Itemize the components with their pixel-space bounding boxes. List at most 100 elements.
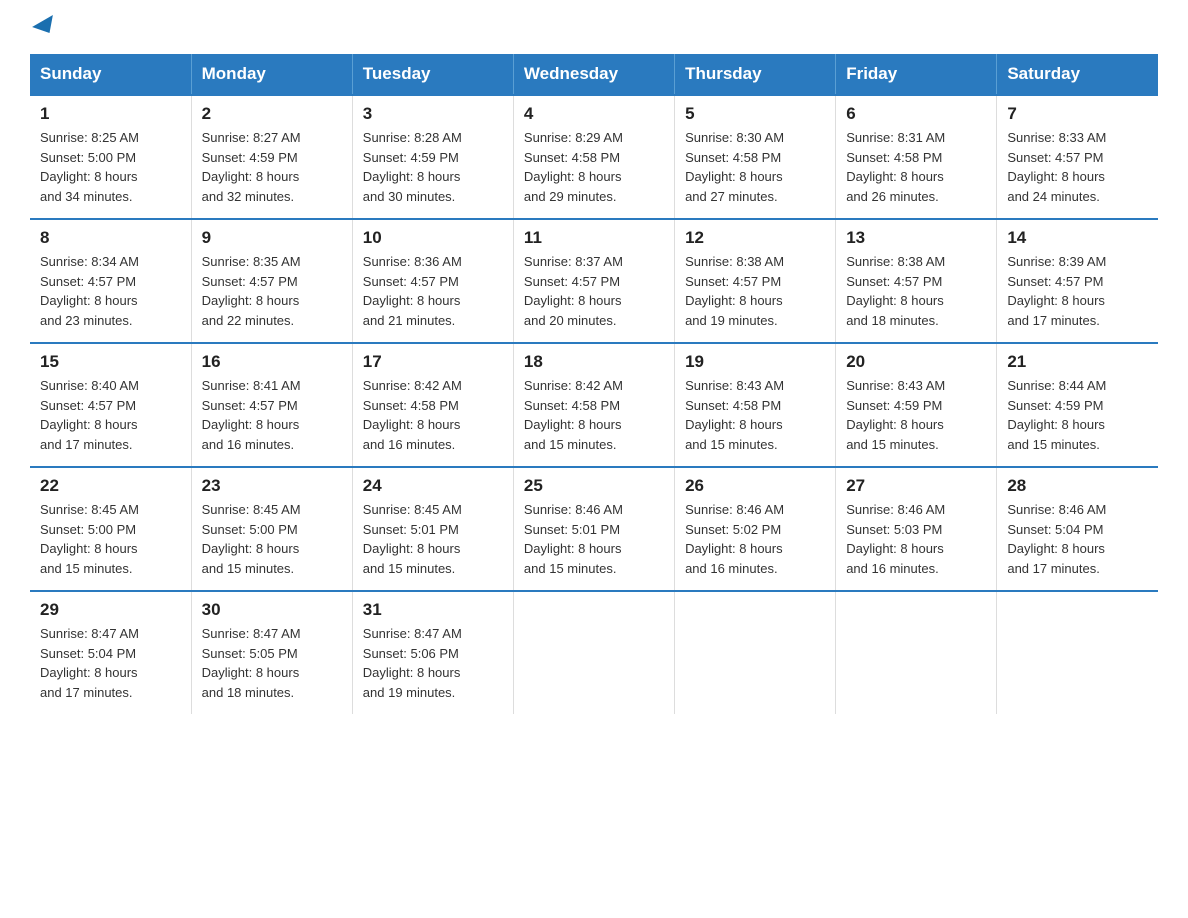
day-number: 6 — [846, 104, 986, 124]
calendar-cell: 25Sunrise: 8:46 AM Sunset: 5:01 PM Dayli… — [513, 467, 674, 591]
day-number: 14 — [1007, 228, 1148, 248]
day-info: Sunrise: 8:41 AM Sunset: 4:57 PM Dayligh… — [202, 376, 342, 454]
logo-arrow-icon — [32, 15, 60, 39]
calendar-cell: 28 Sunrise: 8:46 AM Sunset: 5:04 PM Dayli… — [997, 467, 1158, 591]
day-number: 4 — [524, 104, 664, 124]
calendar-cell: 17 Sunrise: 8:42 AM Sunset: 4:58 PM Dayli… — [352, 343, 513, 467]
logo — [30, 20, 58, 34]
calendar-cell: 26Sunrise: 8:46 AM Sunset: 5:02 PM Dayli… — [675, 467, 836, 591]
calendar-cell: 2 Sunrise: 8:27 AM Sunset: 4:59 PM Daylig… — [191, 95, 352, 219]
day-number: 2 — [202, 104, 342, 124]
calendar-cell — [675, 591, 836, 714]
day-number: 1 — [40, 104, 181, 124]
day-number: 15 — [40, 352, 181, 372]
calendar-header: Sunday Monday Tuesday Wednesday Thursday… — [30, 54, 1158, 95]
day-number: 3 — [363, 104, 503, 124]
calendar-cell: 11 Sunrise: 8:37 AM Sunset: 4:57 PM Dayli… — [513, 219, 674, 343]
calendar-cell: 12 Sunrise: 8:38 AM Sunset: 4:57 PM Dayli… — [675, 219, 836, 343]
calendar-cell: 9Sunrise: 8:35 AM Sunset: 4:57 PM Daylig… — [191, 219, 352, 343]
day-number: 22 — [40, 476, 181, 496]
day-number: 30 — [202, 600, 342, 620]
day-info: Sunrise: 8:30 AM Sunset: 4:58 PM Dayligh… — [685, 128, 825, 206]
col-thursday: Thursday — [675, 54, 836, 95]
calendar-cell: 10 Sunrise: 8:36 AM Sunset: 4:57 PM Dayli… — [352, 219, 513, 343]
day-info: Sunrise: 8:31 AM Sunset: 4:58 PM Dayligh… — [846, 128, 986, 206]
calendar-cell: 27Sunrise: 8:46 AM Sunset: 5:03 PM Dayli… — [836, 467, 997, 591]
calendar-week-2: 8 Sunrise: 8:34 AM Sunset: 4:57 PM Daylig… — [30, 219, 1158, 343]
day-number: 19 — [685, 352, 825, 372]
calendar-cell: 6 Sunrise: 8:31 AM Sunset: 4:58 PM Daylig… — [836, 95, 997, 219]
calendar-cell — [997, 591, 1158, 714]
day-number: 9 — [202, 228, 342, 248]
col-friday: Friday — [836, 54, 997, 95]
day-info: Sunrise: 8:37 AM Sunset: 4:57 PM Dayligh… — [524, 252, 664, 330]
day-number: 24 — [363, 476, 503, 496]
calendar-cell: 5 Sunrise: 8:30 AM Sunset: 4:58 PM Daylig… — [675, 95, 836, 219]
day-info: Sunrise: 8:36 AM Sunset: 4:57 PM Dayligh… — [363, 252, 503, 330]
day-info: Sunrise: 8:42 AM Sunset: 4:58 PM Dayligh… — [524, 376, 664, 454]
calendar-cell: 18 Sunrise: 8:42 AM Sunset: 4:58 PM Dayli… — [513, 343, 674, 467]
calendar-cell — [836, 591, 997, 714]
day-number: 10 — [363, 228, 503, 248]
page-header — [30, 20, 1158, 34]
day-info: Sunrise: 8:46 AM Sunset: 5:01 PM Dayligh… — [524, 500, 664, 578]
col-monday: Monday — [191, 54, 352, 95]
day-number: 11 — [524, 228, 664, 248]
calendar-cell: 30 Sunrise: 8:47 AM Sunset: 5:05 PM Dayli… — [191, 591, 352, 714]
col-saturday: Saturday — [997, 54, 1158, 95]
day-info: Sunrise: 8:47 AM Sunset: 5:05 PM Dayligh… — [202, 624, 342, 702]
calendar-cell — [513, 591, 674, 714]
day-info: Sunrise: 8:44 AM Sunset: 4:59 PM Dayligh… — [1007, 376, 1148, 454]
calendar-week-4: 22 Sunrise: 8:45 AM Sunset: 5:00 PM Dayli… — [30, 467, 1158, 591]
day-info: Sunrise: 8:27 AM Sunset: 4:59 PM Dayligh… — [202, 128, 342, 206]
calendar-cell: 22 Sunrise: 8:45 AM Sunset: 5:00 PM Dayli… — [30, 467, 191, 591]
day-info: Sunrise: 8:29 AM Sunset: 4:58 PM Dayligh… — [524, 128, 664, 206]
day-info: Sunrise: 8:38 AM Sunset: 4:57 PM Dayligh… — [685, 252, 825, 330]
calendar-cell: 8 Sunrise: 8:34 AM Sunset: 4:57 PM Daylig… — [30, 219, 191, 343]
calendar-cell: 14 Sunrise: 8:39 AM Sunset: 4:57 PM Dayli… — [997, 219, 1158, 343]
day-info: Sunrise: 8:47 AM Sunset: 5:04 PM Dayligh… — [40, 624, 181, 702]
day-info: Sunrise: 8:46 AM Sunset: 5:02 PM Dayligh… — [685, 500, 825, 578]
calendar-week-5: 29 Sunrise: 8:47 AM Sunset: 5:04 PM Dayli… — [30, 591, 1158, 714]
day-number: 16 — [202, 352, 342, 372]
day-info: Sunrise: 8:38 AM Sunset: 4:57 PM Dayligh… — [846, 252, 986, 330]
calendar-cell: 20Sunrise: 8:43 AM Sunset: 4:59 PM Dayli… — [836, 343, 997, 467]
day-info: Sunrise: 8:45 AM Sunset: 5:01 PM Dayligh… — [363, 500, 503, 578]
day-info: Sunrise: 8:40 AM Sunset: 4:57 PM Dayligh… — [40, 376, 181, 454]
day-info: Sunrise: 8:46 AM Sunset: 5:04 PM Dayligh… — [1007, 500, 1148, 578]
day-number: 5 — [685, 104, 825, 124]
day-number: 13 — [846, 228, 986, 248]
header-row: Sunday Monday Tuesday Wednesday Thursday… — [30, 54, 1158, 95]
calendar-cell: 4 Sunrise: 8:29 AM Sunset: 4:58 PM Daylig… — [513, 95, 674, 219]
day-info: Sunrise: 8:39 AM Sunset: 4:57 PM Dayligh… — [1007, 252, 1148, 330]
calendar-cell: 15 Sunrise: 8:40 AM Sunset: 4:57 PM Dayli… — [30, 343, 191, 467]
calendar-cell: 29 Sunrise: 8:47 AM Sunset: 5:04 PM Dayli… — [30, 591, 191, 714]
day-number: 21 — [1007, 352, 1148, 372]
day-info: Sunrise: 8:42 AM Sunset: 4:58 PM Dayligh… — [363, 376, 503, 454]
day-info: Sunrise: 8:43 AM Sunset: 4:58 PM Dayligh… — [685, 376, 825, 454]
day-number: 17 — [363, 352, 503, 372]
day-info: Sunrise: 8:25 AM Sunset: 5:00 PM Dayligh… — [40, 128, 181, 206]
day-number: 18 — [524, 352, 664, 372]
col-sunday: Sunday — [30, 54, 191, 95]
day-number: 27 — [846, 476, 986, 496]
calendar-cell: 23 Sunrise: 8:45 AM Sunset: 5:00 PM Dayli… — [191, 467, 352, 591]
day-number: 23 — [202, 476, 342, 496]
day-number: 8 — [40, 228, 181, 248]
day-number: 29 — [40, 600, 181, 620]
day-number: 28 — [1007, 476, 1148, 496]
day-number: 12 — [685, 228, 825, 248]
calendar-table: Sunday Monday Tuesday Wednesday Thursday… — [30, 54, 1158, 714]
day-info: Sunrise: 8:45 AM Sunset: 5:00 PM Dayligh… — [202, 500, 342, 578]
day-info: Sunrise: 8:34 AM Sunset: 4:57 PM Dayligh… — [40, 252, 181, 330]
calendar-cell: 21 Sunrise: 8:44 AM Sunset: 4:59 PM Dayli… — [997, 343, 1158, 467]
day-number: 20 — [846, 352, 986, 372]
calendar-week-1: 1 Sunrise: 8:25 AM Sunset: 5:00 PM Daylig… — [30, 95, 1158, 219]
day-info: Sunrise: 8:45 AM Sunset: 5:00 PM Dayligh… — [40, 500, 181, 578]
day-info: Sunrise: 8:47 AM Sunset: 5:06 PM Dayligh… — [363, 624, 503, 702]
calendar-cell: 16 Sunrise: 8:41 AM Sunset: 4:57 PM Dayli… — [191, 343, 352, 467]
col-tuesday: Tuesday — [352, 54, 513, 95]
col-wednesday: Wednesday — [513, 54, 674, 95]
calendar-cell: 1 Sunrise: 8:25 AM Sunset: 5:00 PM Daylig… — [30, 95, 191, 219]
calendar-cell: 7Sunrise: 8:33 AM Sunset: 4:57 PM Daylig… — [997, 95, 1158, 219]
